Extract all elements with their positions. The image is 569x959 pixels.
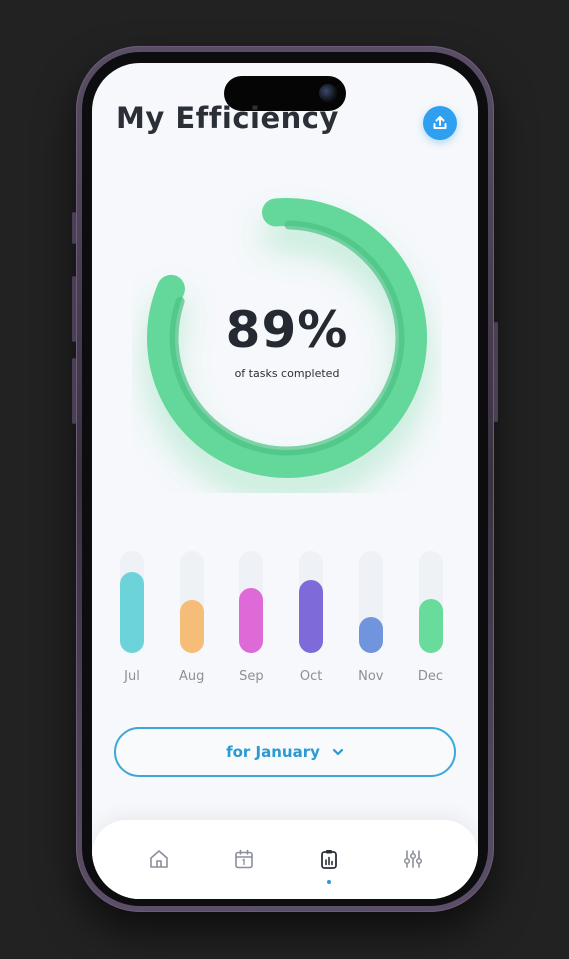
bar-dec[interactable]: Dec [411,549,451,689]
app-screen: My Efficiency 89% of tasks completed Jul… [92,63,478,899]
bar-label: Nov [358,669,384,684]
bar-label: Aug [178,669,205,684]
bar-oct[interactable]: Oct [291,549,331,689]
nav-calendar[interactable] [231,846,257,872]
nav-home[interactable] [146,846,172,872]
power-button [494,322,498,422]
chevron-down-icon [332,748,344,756]
camera-icon [319,84,337,102]
bar-label: Oct [299,669,323,684]
bar-aug[interactable]: Aug [172,549,212,689]
bar-fill [418,599,443,653]
bar-track [239,551,264,653]
bottom-navigation [92,820,478,899]
nav-reports[interactable] [316,846,342,872]
bar-fill [179,600,204,653]
volume-down-button [72,358,76,424]
page-title: My Efficiency [116,101,339,135]
sliders-icon [403,850,423,868]
upload-icon [433,116,447,129]
progress-label: of tasks completed [234,367,340,380]
bar-fill [120,572,144,653]
bar-nov[interactable]: Nov [351,549,391,689]
bar-fill [239,588,264,653]
bar-sep[interactable]: Sep [231,549,271,689]
bar-fill [299,580,324,653]
bar-label: Dec [417,669,444,684]
bar-label: Jul [124,669,140,684]
share-button[interactable] [423,106,457,140]
month-selector-button[interactable]: for January [114,727,456,777]
home-icon [150,850,168,868]
bar-jul[interactable]: Jul [112,549,152,689]
bar-track [179,551,204,653]
bar-track [358,551,383,653]
bar-track [299,551,324,653]
bar-track [120,551,144,653]
progress-percentage: 89% [225,301,349,359]
bar-fill [358,617,383,653]
nav-settings[interactable] [400,846,426,872]
bar-label: Sep [239,669,264,684]
bar-track [418,551,443,653]
monthly-bar-chart: Jul Aug Sep Oct Nov Dec [112,549,462,689]
month-selector-label: for January [226,743,320,761]
active-nav-indicator [327,880,331,884]
volume-up-button [72,276,76,342]
action-button [72,212,76,244]
report-clipboard-icon [321,850,337,869]
calendar-icon [235,849,253,869]
